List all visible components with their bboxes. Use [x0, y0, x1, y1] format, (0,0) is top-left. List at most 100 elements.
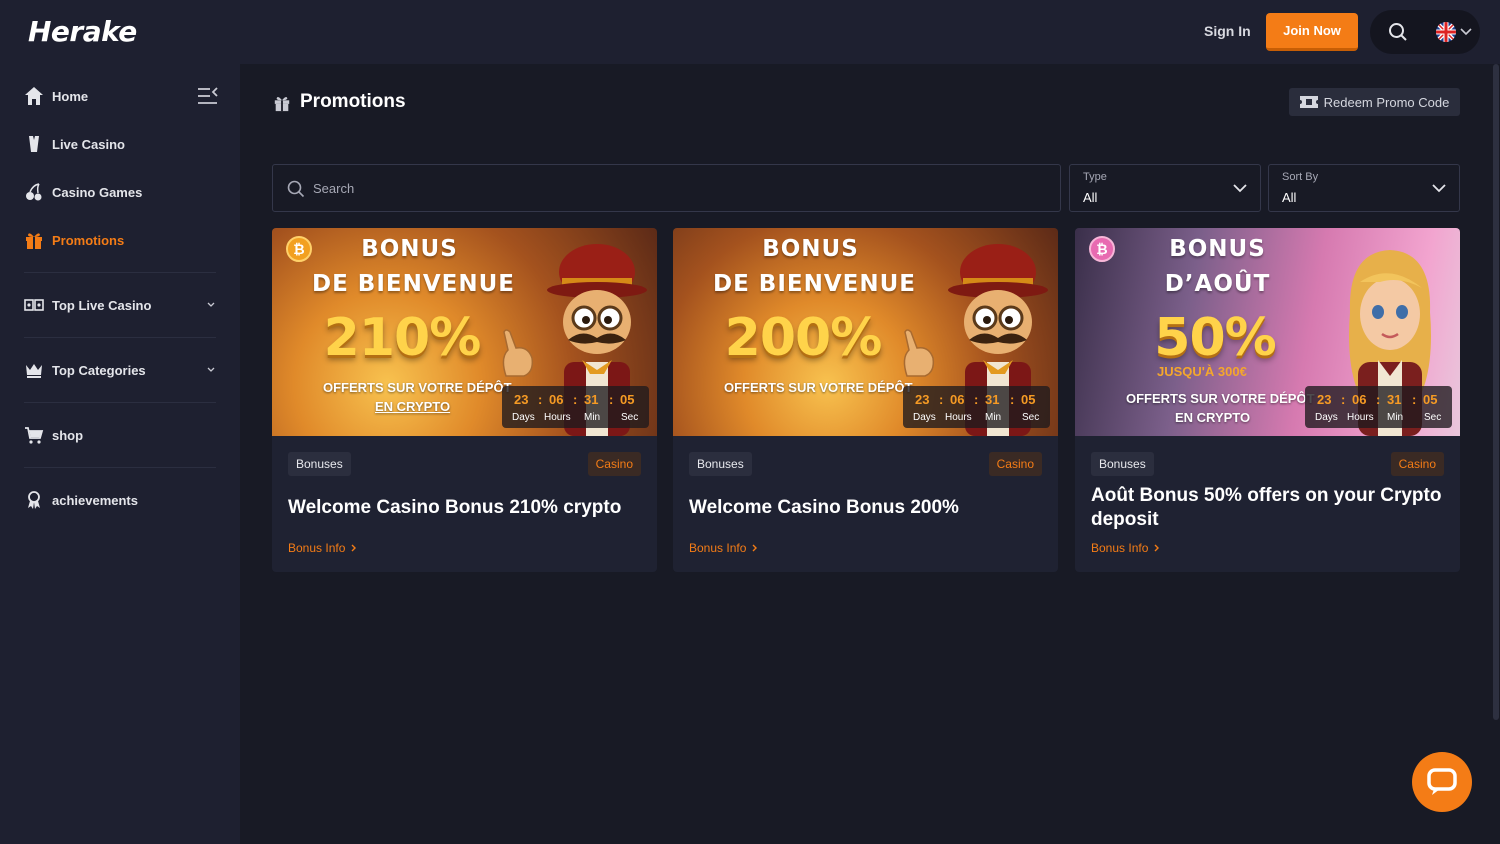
sidebar-item-label: achievements — [52, 492, 138, 508]
banner-crypto-text: EN CRYPTO — [375, 399, 451, 414]
sidebar-item-home[interactable]: Home — [24, 84, 88, 108]
redeem-promo-button[interactable]: Redeem Promo Code — [1289, 88, 1460, 116]
sidebar-item-shop[interactable]: shop — [24, 423, 83, 447]
sidebar-item-top-live-casino[interactable]: Top Live Casino — [24, 293, 151, 317]
banner-subheading: D’AOÛT — [1164, 271, 1271, 297]
timer-min-label: Min — [584, 412, 601, 423]
bonus-info-link[interactable]: Bonus Info — [1091, 541, 1160, 555]
timer-days: 23 — [915, 392, 930, 407]
chat-bubble-icon — [1427, 768, 1457, 795]
sidebar-item-achievements[interactable]: achievements — [24, 488, 138, 512]
chevron-down-icon[interactable] — [1460, 27, 1472, 37]
timer-hours-label: Hours — [544, 412, 571, 423]
sidebar-divider — [24, 467, 216, 468]
sort-label: Sort By — [1282, 171, 1319, 183]
timer-sec-label: Sec — [1022, 412, 1040, 423]
card-title[interactable]: Août Bonus 50% offers on your Crypto dep… — [1091, 484, 1446, 532]
card-player-icon — [24, 134, 44, 154]
banner-heading: BONUS — [762, 236, 859, 262]
sidebar-divider — [24, 402, 216, 403]
timer-hours: 06 — [549, 392, 564, 407]
collapse-menu-icon[interactable] — [197, 86, 219, 106]
live-chat-button[interactable] — [1412, 752, 1472, 812]
bonus-info-label: Bonus Info — [288, 541, 346, 555]
promo-banner[interactable]: ₿ BONUS DE BIENVENUE 210% OFFERTS SUR VO… — [272, 228, 657, 436]
timer-days: 23 — [514, 392, 529, 407]
sidebar-item-label: shop — [52, 427, 84, 443]
chevron-right-icon — [351, 544, 357, 552]
bonus-info-link[interactable]: Bonus Info — [689, 541, 758, 555]
tag-casino: Casino — [1390, 452, 1444, 476]
sidebar-item-casino-games[interactable]: Casino Games — [24, 180, 142, 204]
chevron-down-icon[interactable] — [206, 301, 216, 309]
banner-percentage: 200% — [724, 308, 883, 368]
chevron-down-icon[interactable] — [206, 366, 216, 374]
promo-card[interactable]: ₿ BONUS DE BIENVENUE 210% OFFERTS SUR VO… — [272, 228, 657, 572]
timer-sec-label: Sec — [1424, 412, 1442, 423]
card-title[interactable]: Welcome Casino Bonus 210% crypto — [288, 496, 643, 520]
medal-icon — [24, 490, 44, 510]
countdown-timer: 23 : 06 : 31 : 05 Days Hours Min Sec — [1305, 386, 1452, 428]
timer-days: 23 — [1317, 392, 1332, 407]
timer-days-label: Days — [913, 412, 936, 423]
type-label: Type — [1083, 171, 1107, 183]
sidebar-divider — [24, 272, 216, 273]
banner-percentage: 210% — [323, 308, 482, 368]
search-input[interactable]: Search — [272, 164, 1061, 212]
chevron-down-icon — [1233, 184, 1247, 193]
sidebar-item-label: Top Live Casino — [52, 297, 152, 313]
promo-banner[interactable]: ₿ BONUS D’AOÛT 50% JUSQU'À 300€ OFFERTS … — [1075, 228, 1460, 436]
chevron-right-icon — [752, 544, 758, 552]
uk-flag-icon[interactable] — [1436, 22, 1456, 42]
countdown-timer: 23 : 06 : 31 : 05 Days Hours Min Sec — [502, 386, 649, 428]
cherries-icon — [24, 182, 44, 202]
gift-icon — [24, 230, 44, 250]
timer-days-label: Days — [1315, 412, 1338, 423]
bonus-info-label: Bonus Info — [689, 541, 747, 555]
join-now-button[interactable]: Join Now — [1266, 13, 1358, 51]
top-header: Herake Sign In Join Now — [0, 0, 1500, 64]
timer-hours-label: Hours — [1347, 412, 1374, 423]
tag-bonuses: Bonuses — [288, 452, 351, 476]
banner-max-amount: JUSQU'À 300€ — [1157, 364, 1247, 379]
site-logo[interactable]: Herake — [28, 15, 137, 48]
redeem-label: Redeem Promo Code — [1323, 94, 1450, 110]
timer-min-label: Min — [985, 412, 1002, 423]
home-icon — [24, 86, 44, 106]
sidebar-item-top-categories[interactable]: Top Categories — [24, 358, 146, 382]
timer-hours: 06 — [1352, 392, 1367, 407]
sidebar-item-live-casino[interactable]: Live Casino — [24, 132, 125, 156]
sidebar-item-label: Top Categories — [52, 362, 146, 378]
promo-card[interactable]: ₿ BONUS D’AOÛT 50% JUSQU'À 300€ OFFERTS … — [1075, 228, 1460, 572]
banner-percentage: 50% — [1154, 308, 1276, 368]
sidebar-divider — [24, 337, 216, 338]
search-placeholder: Search — [313, 181, 355, 196]
sort-value: All — [1282, 190, 1297, 205]
gift-icon — [274, 97, 290, 112]
sidebar-item-label: Casino Games — [52, 184, 143, 200]
page-scrollbar[interactable] — [1493, 64, 1499, 720]
page-title: Promotions — [300, 91, 406, 112]
timer-min: 31 — [985, 392, 1000, 407]
ticket-icon — [1299, 96, 1318, 108]
bonus-info-link[interactable]: Bonus Info — [288, 541, 357, 555]
type-select[interactable]: Type All — [1069, 164, 1261, 212]
banner-subheading: DE BIENVENUE — [712, 271, 916, 297]
promo-banner[interactable]: BONUS DE BIENVENUE 200% OFFERTS SUR VOTR… — [673, 228, 1058, 436]
sign-in-button[interactable]: Sign In — [1204, 23, 1251, 39]
cart-icon — [24, 425, 44, 445]
card-title[interactable]: Welcome Casino Bonus 200% — [689, 496, 1044, 520]
banner-heading: BONUS — [361, 236, 458, 262]
chevron-down-icon — [1432, 184, 1446, 193]
timer-min: 31 — [1387, 392, 1402, 407]
promo-card[interactable]: BONUS DE BIENVENUE 200% OFFERTS SUR VOTR… — [673, 228, 1058, 572]
timer-sec-label: Sec — [621, 412, 639, 423]
tag-bonuses: Bonuses — [1091, 452, 1154, 476]
search-icon[interactable] — [1388, 22, 1408, 42]
tag-casino: Casino — [587, 452, 641, 476]
timer-sec: 05 — [1423, 392, 1438, 407]
cards-icon — [24, 295, 44, 315]
crown-icon — [24, 360, 44, 380]
sidebar-item-promotions[interactable]: Promotions — [24, 228, 124, 252]
sort-select[interactable]: Sort By All — [1268, 164, 1460, 212]
